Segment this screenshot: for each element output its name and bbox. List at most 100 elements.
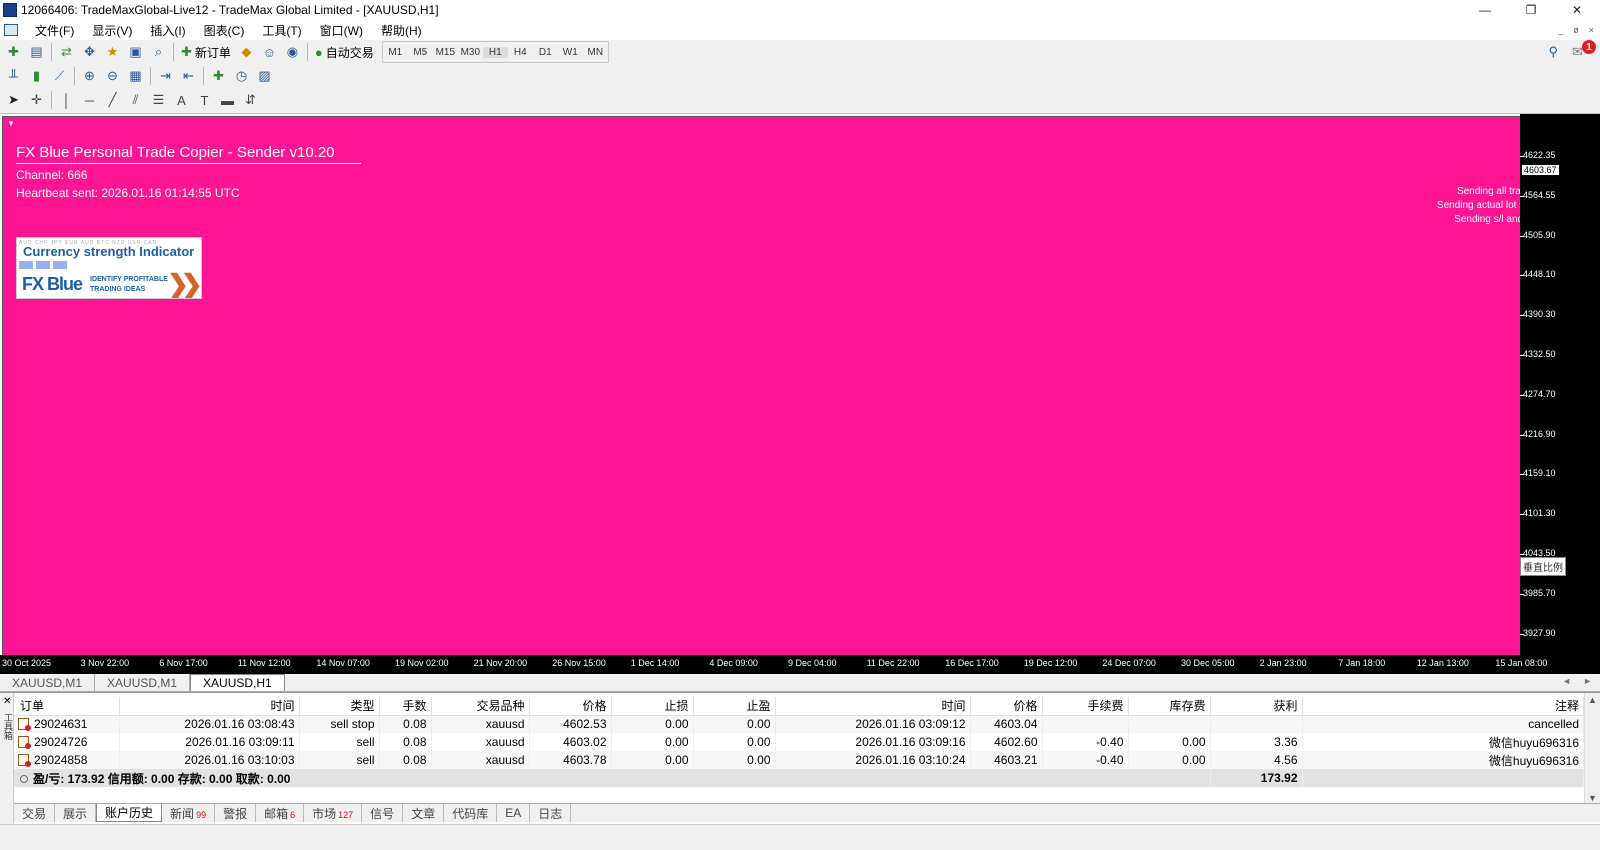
chart-tab-xauusd-m1[interactable]: XAUUSD,M1 <box>0 674 96 691</box>
col-tp[interactable]: 止盈 <box>693 697 776 716</box>
zoom-out-icon[interactable]: ⊖ <box>101 65 124 87</box>
periods-icon[interactable]: ◷ <box>230 65 253 87</box>
horizontal-line-icon[interactable]: ─ <box>78 89 101 111</box>
vertical-scale-button[interactable]: 垂直比例 <box>1520 557 1566 576</box>
tab-articles[interactable]: 文章 <box>403 804 445 822</box>
signals-icon[interactable]: ◉ <box>281 41 304 63</box>
col-open-price[interactable]: 价格 <box>529 697 612 716</box>
crosshair-icon[interactable]: ✛ <box>25 89 48 111</box>
timeframe-m5[interactable]: M5 <box>408 47 433 58</box>
menu-tools[interactable]: 工具(T) <box>253 22 310 39</box>
col-symbol[interactable]: 交易品种 <box>431 697 530 716</box>
tab-left-arrow-icon[interactable]: ◄ <box>1562 676 1571 686</box>
metaeditor-icon[interactable]: ◆ <box>235 41 258 63</box>
close-button[interactable]: ✕ <box>1554 0 1600 20</box>
tab-news[interactable]: 新闻 99 <box>162 804 216 822</box>
community-icon[interactable]: ☺ <box>258 41 281 63</box>
candlestick-icon[interactable]: ▮ <box>25 65 48 87</box>
col-type[interactable]: 类型 <box>299 697 380 716</box>
col-close-price[interactable]: 价格 <box>970 697 1043 716</box>
chart-window-icon[interactable] <box>4 24 18 36</box>
col-lots[interactable]: 手数 <box>379 697 432 716</box>
auto-trading-button[interactable]: ● 自动交易 <box>311 41 378 63</box>
col-commission[interactable]: 手续费 <box>1042 697 1129 716</box>
timeframe-m1[interactable]: M1 <box>383 47 408 58</box>
strategy-tester-icon[interactable]: ⌕ <box>147 41 170 63</box>
timeframe-mn[interactable]: MN <box>583 47 608 58</box>
chart-tab-xauusd-h1[interactable]: XAUUSD,H1 <box>190 674 285 691</box>
terminal-icon[interactable]: ▣ <box>124 41 147 63</box>
menu-view[interactable]: 显示(V) <box>83 22 141 39</box>
text-icon[interactable]: A <box>170 89 193 111</box>
table-row[interactable]: 29024858 2026.01.16 03:10:03 sell 0.08 x… <box>14 751 1584 769</box>
timeframe-w1[interactable]: W1 <box>558 47 583 58</box>
scroll-down-icon[interactable]: ▼ <box>1588 793 1597 803</box>
trendline-icon[interactable]: ╱ <box>101 89 124 111</box>
indicators-icon[interactable]: ✚ <box>207 65 230 87</box>
tab-journal[interactable]: 日志 <box>530 804 572 822</box>
new-chart-icon[interactable]: ✚ <box>2 41 25 63</box>
restore-button[interactable]: ❐ <box>1508 0 1554 20</box>
col-swap[interactable]: 库存费 <box>1128 697 1211 716</box>
tab-account-history[interactable]: 账户历史 <box>96 804 163 822</box>
mdi-minimize-button[interactable]: _ <box>1558 25 1563 35</box>
bar-chart-icon[interactable]: ╨ <box>2 65 25 87</box>
market-watch-icon[interactable]: ⇄ <box>55 41 78 63</box>
col-profit[interactable]: 获利 <box>1210 697 1303 716</box>
notifications-icon[interactable]: ✉ 1 <box>1572 40 1596 60</box>
timeframe-h4[interactable]: H4 <box>508 47 533 58</box>
data-window-icon[interactable]: ✥ <box>78 41 101 63</box>
menu-file[interactable]: 文件(F) <box>26 22 83 39</box>
fibonacci-icon[interactable]: ☰ <box>147 89 170 111</box>
terminal-close-icon[interactable]: ✕ <box>3 696 11 707</box>
text-label-icon[interactable]: T <box>193 89 216 111</box>
fxblue-banner[interactable]: AUD CHF JPY EUR AUD BTC NZD USD CAD Curr… <box>16 237 202 299</box>
chart-menu-icon[interactable]: ▼ <box>7 119 15 128</box>
time-axis[interactable]: 30 Oct 2025 3 Nov 22:00 6 Nov 17:00 11 Nov … <box>0 655 1547 674</box>
zoom-in-icon[interactable]: ⊕ <box>78 65 101 87</box>
chart-area[interactable]: ▼ FX Blue Personal Trade Copier - Sender… <box>2 116 1550 656</box>
navigator-icon[interactable]: ★ <box>101 41 124 63</box>
scroll-up-icon[interactable]: ▲ <box>1588 695 1597 705</box>
line-chart-icon[interactable]: ⟋ <box>48 65 71 87</box>
col-close-time[interactable]: 时间 <box>775 697 971 716</box>
menu-help[interactable]: 帮助(H) <box>372 22 431 39</box>
menu-window[interactable]: 窗口(W) <box>311 22 372 39</box>
tab-mailbox[interactable]: 邮箱 6 <box>256 804 305 822</box>
templates-icon[interactable]: ▨ <box>253 65 276 87</box>
chart-tab-xauusd-m1-2[interactable]: XAUUSD,M1 <box>95 674 191 691</box>
col-open-time[interactable]: 时间 <box>119 697 300 716</box>
cursor-icon[interactable]: ➤ <box>2 89 25 111</box>
vertical-line-icon[interactable]: │ <box>55 89 78 111</box>
tab-signals[interactable]: 信号 <box>362 804 404 822</box>
tile-windows-icon[interactable]: ▦ <box>124 65 147 87</box>
tab-trade[interactable]: 交易 <box>14 804 56 822</box>
price-scale[interactable]: 4622.35 4564.55 4505.90 4448.10 4390.30 4332.… <box>1520 114 1600 674</box>
minimize-button[interactable]: — <box>1462 0 1508 20</box>
tab-market[interactable]: 市场 127 <box>304 804 363 822</box>
timeframe-h1[interactable]: H1 <box>482 46 508 58</box>
timeframe-m15[interactable]: M15 <box>433 47 458 58</box>
tab-experts[interactable]: EA <box>497 804 531 822</box>
terminal-scrollbar[interactable]: ▲ ▼ <box>1584 693 1600 805</box>
mdi-restore-button[interactable]: ø <box>1573 25 1579 35</box>
profiles-icon[interactable]: ▤ <box>25 41 48 63</box>
arrows-icon[interactable]: ⇵ <box>239 89 262 111</box>
menu-insert[interactable]: 插入(I) <box>141 22 194 39</box>
tab-alerts[interactable]: 警报 <box>215 804 257 822</box>
table-row[interactable]: 29024726 2026.01.16 03:09:11 sell 0.08 x… <box>14 733 1584 751</box>
col-order[interactable]: 订单 <box>14 697 120 716</box>
rectangle-icon[interactable]: ▬ <box>216 89 239 111</box>
search-icon[interactable]: ⚲ <box>1548 44 1558 60</box>
tab-exposure[interactable]: 展示 <box>55 804 97 822</box>
col-comment[interactable]: 注释 <box>1302 697 1584 716</box>
timeframe-d1[interactable]: D1 <box>533 47 558 58</box>
autoscroll-icon[interactable]: ⇥ <box>154 65 177 87</box>
timeframe-m30[interactable]: M30 <box>458 47 483 58</box>
tab-code-base[interactable]: 代码库 <box>444 804 498 822</box>
chart-shift-icon[interactable]: ⇤ <box>177 65 200 87</box>
table-row[interactable]: 29024631 2026.01.16 03:08:43 sell stop 0… <box>14 715 1584 733</box>
menu-charts[interactable]: 图表(C) <box>195 22 254 39</box>
mdi-close-button[interactable]: × <box>1589 25 1594 35</box>
new-order-button[interactable]: ✚ 新订单 <box>177 41 235 63</box>
